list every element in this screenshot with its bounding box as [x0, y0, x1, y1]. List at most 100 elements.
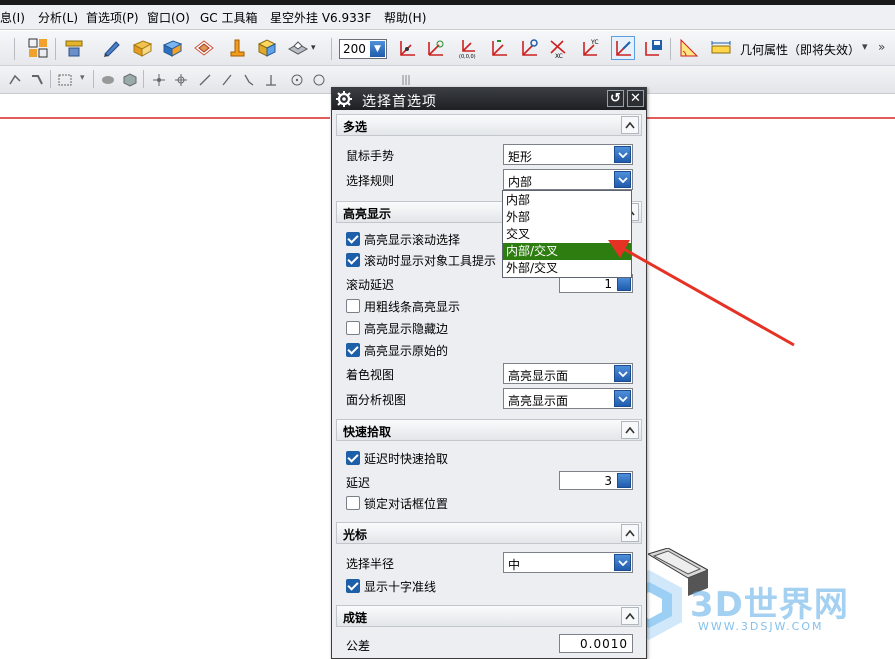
view-border: [646, 117, 895, 119]
snap-mid-icon[interactable]: [172, 71, 190, 89]
menu-help[interactable]: 帮助(H): [384, 10, 426, 26]
spinner-arrows-icon[interactable]: [617, 473, 631, 488]
delay-label: 延迟: [346, 476, 371, 490]
collapse-icon[interactable]: [621, 607, 639, 625]
box-icon[interactable]: [255, 36, 279, 60]
highlight-scroll-select-label: 高亮显示滚动选择: [364, 233, 461, 247]
slash-icon[interactable]: [218, 71, 236, 89]
wcs-set-icon[interactable]: [516, 36, 540, 60]
section-multi-select[interactable]: 多选: [336, 114, 642, 136]
menu-preferences[interactable]: 首选项(P): [86, 10, 139, 26]
face-select-icon[interactable]: [99, 71, 117, 89]
collapse-icon[interactable]: [621, 421, 639, 439]
scroll-tooltip-checkbox[interactable]: [346, 253, 360, 267]
select-rule-value: 内部: [508, 175, 533, 189]
dropdown-arrow-icon[interactable]: ▾: [80, 73, 85, 83]
thick-line-highlight-checkbox[interactable]: [346, 299, 360, 313]
collapse-icon[interactable]: [621, 524, 639, 542]
highlight-original-label: 高亮显示原始的: [364, 344, 449, 358]
mouse-gesture-dropdown[interactable]: 矩形: [503, 144, 633, 165]
watermark-url: WWW.3DSJW.COM: [698, 620, 824, 633]
menu-gc-toolbox[interactable]: GC 工具箱: [200, 10, 258, 26]
menu-bar: 息(I) 分析(L) 首选项(P) 窗口(O) GC 工具箱 星空外挂 V6.9…: [0, 5, 895, 30]
chevron-down-icon: [614, 365, 631, 382]
toolbar-separator: [331, 38, 332, 60]
perpendicular-icon[interactable]: [262, 71, 280, 89]
menu-xingkong-plugin[interactable]: 星空外挂 V6.933F: [270, 10, 371, 26]
circle-center-icon[interactable]: [288, 71, 306, 89]
mouse-gesture-value: 矩形: [508, 150, 533, 164]
highlight-hidden-edges-checkbox[interactable]: [346, 321, 360, 335]
section-chain[interactable]: 成链: [336, 605, 642, 627]
dropdown-arrow-icon[interactable]: ▾: [311, 43, 316, 53]
highlight-hidden-edges-label: 高亮显示隐藏边: [364, 322, 449, 336]
menu-window[interactable]: 窗口(O): [147, 10, 190, 26]
watermark-text: 3D世界网: [690, 585, 849, 625]
chevron-down-icon: ▼: [370, 41, 385, 57]
face-analysis-dropdown[interactable]: 高亮显示面: [503, 388, 633, 409]
option-outside[interactable]: 外部: [503, 209, 631, 226]
snap-point-icon[interactable]: [6, 71, 24, 89]
wcs-yc-icon[interactable]: YC: [578, 36, 602, 60]
delay-quickpick-checkbox[interactable]: [346, 451, 360, 465]
dialog-titlebar[interactable]: 选择首选项 ↺ ✕: [332, 88, 646, 110]
highlight-original-checkbox[interactable]: [346, 343, 360, 357]
wcs-origin-icon[interactable]: [394, 36, 418, 60]
tolerance-field[interactable]: 0.0010: [559, 634, 633, 653]
zoom-select[interactable]: 200 ▼: [339, 39, 387, 59]
ruler-icon[interactable]: [709, 36, 733, 60]
menu-info[interactable]: 息(I): [0, 10, 25, 26]
wcs-save-icon[interactable]: [641, 36, 665, 60]
shaded-view-dropdown[interactable]: 高亮显示面: [503, 363, 633, 384]
collapse-icon[interactable]: [621, 116, 639, 134]
dropdown-arrow-icon[interactable]: ▾: [862, 40, 868, 53]
red-arrow-annotation: [608, 240, 795, 347]
scroll-delay-label: 滚动延迟: [346, 278, 395, 292]
svg-text:YC: YC: [590, 39, 599, 46]
curve-rule-icon[interactable]: [28, 71, 46, 89]
face-icon[interactable]: [130, 36, 154, 60]
angle-measure-icon[interactable]: [677, 36, 701, 60]
wcs-origin-000-icon[interactable]: (0,0,0): [456, 36, 480, 60]
tray-icon[interactable]: [286, 36, 310, 60]
rect-select-icon[interactable]: [56, 71, 74, 89]
close-icon[interactable]: ✕: [627, 90, 644, 107]
toolbar-overflow[interactable]: »: [878, 40, 885, 54]
select-rule-dropdown[interactable]: 内部: [503, 169, 633, 190]
delay-quickpick-label: 延迟时快速拾取: [364, 452, 449, 466]
highlight-scroll-select-checkbox[interactable]: [346, 232, 360, 246]
circle-icon[interactable]: [310, 71, 328, 89]
toolbar-separator: [50, 70, 51, 88]
section-cursor[interactable]: 光标: [336, 522, 642, 544]
tangent-icon[interactable]: [240, 71, 258, 89]
show-crosshair-checkbox[interactable]: [346, 579, 360, 593]
body-select-icon[interactable]: [121, 71, 139, 89]
section-quick-pick[interactable]: 快速拾取: [336, 419, 642, 441]
wcs-dynamic-icon[interactable]: [424, 36, 448, 60]
gear-icon[interactable]: [335, 90, 353, 108]
wcs-xc-icon[interactable]: XC: [546, 36, 570, 60]
geometry-property-label[interactable]: 几何属性（即将失效）: [740, 41, 860, 58]
shaded-body-icon[interactable]: [160, 36, 184, 60]
lock-dialog-pos-checkbox[interactable]: [346, 496, 360, 510]
section-title: 光标: [343, 528, 368, 542]
select-radius-dropdown[interactable]: 中: [503, 552, 633, 573]
zoom-value: 200: [343, 42, 366, 56]
reset-icon[interactable]: ↺: [607, 90, 624, 107]
drafting-icon[interactable]: [62, 36, 86, 60]
shaded-view-value: 高亮显示面: [508, 369, 569, 383]
snap-end-icon[interactable]: [150, 71, 168, 89]
menu-analysis[interactable]: 分析(L): [38, 10, 78, 26]
delay-value: 3: [604, 474, 612, 488]
wcs-display-icon[interactable]: [611, 36, 635, 60]
sheet-icon[interactable]: [192, 36, 216, 60]
pencil-icon[interactable]: [100, 36, 124, 60]
main-toolbar: ▾ 200 ▼ (0,0,0) XC YC 几何属性（即将失效） ▾ »: [0, 31, 895, 66]
option-inside[interactable]: 内部: [503, 192, 631, 209]
delay-spinner[interactable]: 3: [559, 471, 633, 490]
orange-body-icon[interactable]: [224, 36, 248, 60]
layout-icon[interactable]: [26, 36, 50, 60]
line-icon[interactable]: [196, 71, 214, 89]
scroll-tooltip-label: 滚动时显示对象工具提示: [364, 254, 497, 268]
wcs-rotate-icon[interactable]: [486, 36, 510, 60]
